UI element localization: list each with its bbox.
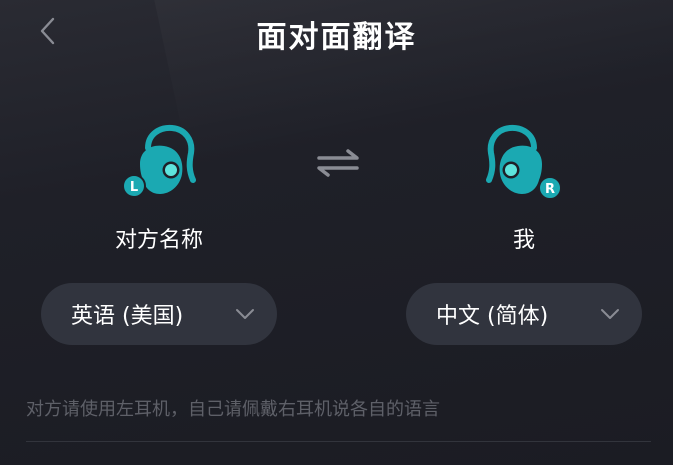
right-badge-label: R xyxy=(545,182,555,197)
face-to-face-translate-screen: 面对面翻译 L R 对方名称 我 英语 (美国) 中文 (简体) 对方请使用左耳… xyxy=(0,0,673,465)
swap-arrows-icon xyxy=(317,149,359,177)
chevron-down-icon xyxy=(600,305,620,323)
earbud-right-icon: R xyxy=(486,124,562,200)
left-earbud: L xyxy=(118,124,198,204)
divider xyxy=(26,441,651,442)
chevron-down-icon xyxy=(235,305,255,323)
left-language-select[interactable]: 英语 (美国) xyxy=(41,283,277,345)
left-party-name: 对方名称 xyxy=(114,228,203,253)
right-party-name: 我 xyxy=(512,228,535,253)
left-language-value: 英语 (美国) xyxy=(71,304,184,329)
swap-languages-button[interactable] xyxy=(314,146,362,180)
right-earbud: R xyxy=(484,124,564,204)
earbud-left-icon: L xyxy=(122,124,196,198)
right-language-select[interactable]: 中文 (简体) xyxy=(406,283,642,345)
page-title: 面对面翻译 xyxy=(256,20,417,55)
usage-hint: 对方请使用左耳机，自己请佩戴右耳机说各自的语言 xyxy=(26,399,440,420)
left-badge-label: L xyxy=(130,180,138,195)
right-language-value: 中文 (简体) xyxy=(436,304,549,329)
